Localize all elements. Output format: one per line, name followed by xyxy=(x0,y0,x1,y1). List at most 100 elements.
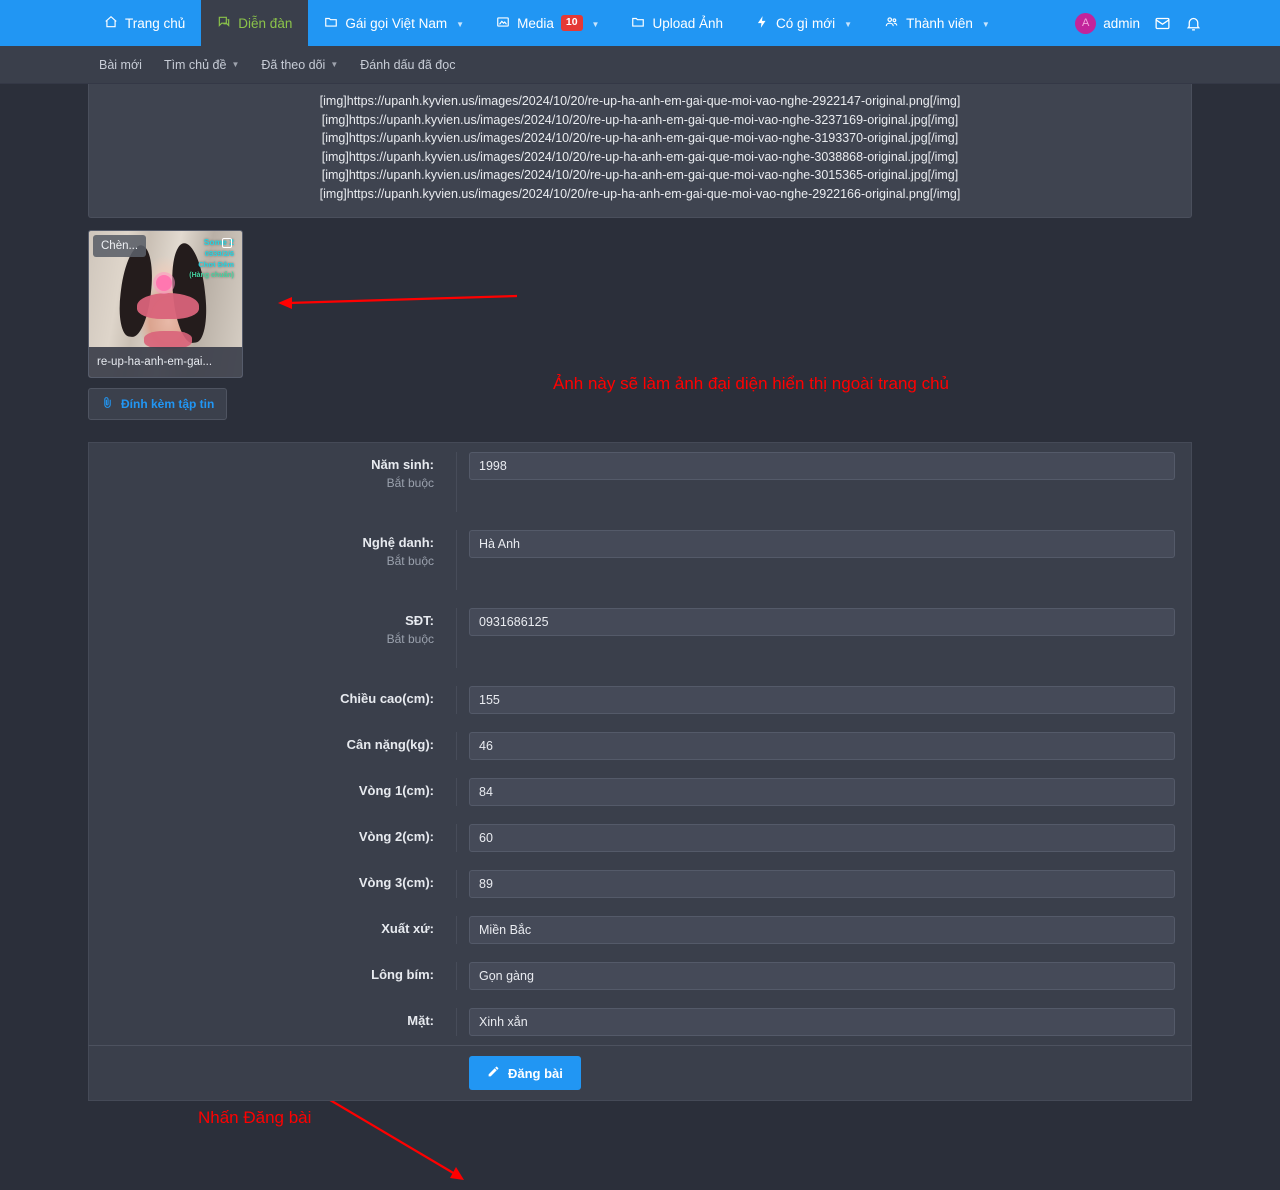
navbar-user-area: A admin xyxy=(1075,0,1202,46)
field-label: Vòng 3(cm): xyxy=(89,870,457,898)
fullscreen-icon[interactable] xyxy=(222,238,232,248)
subnav-item-bai-moi[interactable]: Bài mới xyxy=(88,58,153,72)
nghe-danh-input[interactable] xyxy=(469,530,1175,558)
forum-icon xyxy=(217,15,231,32)
attachment-area: Some 2 0939/2/6 Chơi Đêm (Hàng chuẩn) Ch… xyxy=(88,218,1192,420)
vong-1-input[interactable] xyxy=(469,778,1175,806)
nav-item-gai-goi-viet-nam[interactable]: Gái gọi Việt Nam ▼ xyxy=(308,0,480,46)
inbox-icon[interactable] xyxy=(1154,15,1171,32)
field-control xyxy=(457,608,1191,636)
watermark-line: Chơi Đêm xyxy=(198,260,234,269)
field-row-xuat-xu: Xuất xứ: xyxy=(89,907,1191,953)
field-required-text: Bắt buộc xyxy=(386,476,434,490)
vong-2-input[interactable] xyxy=(469,824,1175,852)
field-label: Chiều cao(cm): xyxy=(89,686,457,714)
field-label-text: Mặt: xyxy=(407,1013,434,1028)
media-count-badge: 10 xyxy=(560,15,583,31)
subnav-item-label: Đã theo dõi xyxy=(261,57,326,72)
attach-file-button[interactable]: Đính kèm tập tin xyxy=(88,388,228,420)
field-label: Năm sinh: Bắt buộc xyxy=(89,452,457,512)
people-icon xyxy=(884,15,899,32)
field-label: Lông bím: xyxy=(89,962,457,990)
chieu-cao-input[interactable] xyxy=(469,686,1175,714)
page-body: Ảnh này sẽ làm ảnh đại diện hiển thị ngo… xyxy=(0,84,1280,1190)
field-label-text: Vòng 1(cm): xyxy=(358,783,434,798)
bolt-icon xyxy=(755,15,769,32)
avatar: A xyxy=(1075,12,1097,34)
nav-item-trang-chu[interactable]: Trang chủ xyxy=(88,0,201,46)
insert-image-button[interactable]: Chèn... xyxy=(93,235,147,257)
field-label: Vòng 1(cm): xyxy=(89,778,457,806)
field-control xyxy=(457,916,1191,944)
nav-item-label: Media xyxy=(517,15,554,31)
content-container: [img]https://upanh.kyvien.us/images/2024… xyxy=(88,84,1192,1101)
field-control xyxy=(457,870,1191,898)
field-label-text: Nghệ danh: xyxy=(362,535,435,550)
folder-icon xyxy=(631,15,645,32)
home-icon xyxy=(104,15,118,32)
subnav-item-label: Bài mới xyxy=(99,57,142,72)
nav-item-label: Có gì mới xyxy=(776,15,836,31)
photo-detail xyxy=(156,275,172,291)
annotation-submit-note: Nhấn Đăng bài xyxy=(198,1108,312,1127)
nam-sinh-input[interactable] xyxy=(469,452,1175,480)
sub-navbar: Bài mới Tìm chủ đề ▼ Đã theo dõi ▼ Đánh … xyxy=(0,46,1280,84)
field-label: Mặt: xyxy=(89,1008,457,1036)
bbcode-line: [img]https://upanh.kyvien.us/images/2024… xyxy=(321,168,959,182)
bbcode-line: [img]https://upanh.kyvien.us/images/2024… xyxy=(321,149,959,164)
nav-item-media[interactable]: Media 10 ▼ xyxy=(480,0,615,46)
attachment-thumbnail[interactable]: Some 2 0939/2/6 Chơi Đêm (Hàng chuẩn) Ch… xyxy=(88,230,243,378)
subnav-item-da-theo-doi[interactable]: Đã theo dõi ▼ xyxy=(250,58,349,72)
field-control xyxy=(457,452,1191,480)
field-row-vong-2: Vòng 2(cm): xyxy=(89,815,1191,861)
vong-3-input[interactable] xyxy=(469,870,1175,898)
field-control xyxy=(457,962,1191,990)
user-menu[interactable]: A admin xyxy=(1075,12,1140,34)
field-row-long-bim: Lông bím: xyxy=(89,953,1191,999)
bbcode-line: [img]https://upanh.kyvien.us/images/2024… xyxy=(321,112,959,127)
field-required-text: Bắt buộc xyxy=(386,632,434,646)
nav-item-upload-anh[interactable]: Upload Ảnh xyxy=(615,0,739,46)
nav-item-label: Thành viên xyxy=(906,15,973,31)
subnav-item-danh-dau-da-doc[interactable]: Đánh dấu đã đọc xyxy=(349,58,466,72)
attach-file-label: Đính kèm tập tin xyxy=(121,397,215,411)
photo-detail xyxy=(137,293,199,319)
long-bim-input[interactable] xyxy=(469,962,1175,990)
bbcode-line: [img]https://upanh.kyvien.us/images/2024… xyxy=(319,186,961,201)
folder-icon xyxy=(324,15,338,32)
username-label: admin xyxy=(1103,15,1140,31)
bbcode-editor[interactable]: [img]https://upanh.kyvien.us/images/2024… xyxy=(88,84,1192,218)
field-label: Xuất xứ: xyxy=(89,916,457,944)
chevron-down-icon: ▼ xyxy=(844,19,853,29)
chevron-down-icon: ▼ xyxy=(456,19,465,29)
field-label-text: Năm sinh: xyxy=(371,457,434,472)
mat-input[interactable] xyxy=(469,1008,1175,1036)
nav-item-dien-dan[interactable]: Diễn đàn xyxy=(201,0,309,46)
pencil-icon xyxy=(487,1065,500,1081)
nav-item-co-gi-moi[interactable]: Có gì mới ▼ xyxy=(739,0,868,46)
chevron-down-icon: ▼ xyxy=(591,19,600,29)
submit-post-button[interactable]: Đăng bài xyxy=(469,1056,581,1090)
field-row-sdt: SĐT: Bắt buộc xyxy=(89,599,1191,677)
nav-item-label: Diễn đàn xyxy=(238,15,293,31)
submit-post-label: Đăng bài xyxy=(508,1065,563,1081)
field-label: Nghệ danh: Bắt buộc xyxy=(89,530,457,590)
field-label-text: Chiều cao(cm): xyxy=(340,691,434,706)
field-control xyxy=(457,1008,1191,1036)
field-control xyxy=(457,778,1191,806)
watermark-line: 0939/2/6 xyxy=(204,249,234,258)
sdt-input[interactable] xyxy=(469,608,1175,636)
field-row-nam-sinh: Năm sinh: Bắt buộc xyxy=(89,443,1191,521)
xuat-xu-input[interactable] xyxy=(469,916,1175,944)
nav-item-thanh-vien[interactable]: Thành viên ▼ xyxy=(868,0,1006,46)
nav-item-label: Upload Ảnh xyxy=(652,15,724,31)
nav-item-label: Gái gọi Việt Nam xyxy=(345,15,448,31)
field-row-chieu-cao: Chiều cao(cm): xyxy=(89,677,1191,723)
field-required-text: Bắt buộc xyxy=(386,554,434,568)
can-nang-input[interactable] xyxy=(469,732,1175,760)
subnav-item-label: Đánh dấu đã đọc xyxy=(360,57,456,72)
subnav-item-tim-chu-de[interactable]: Tìm chủ đề ▼ xyxy=(153,58,250,72)
image-icon xyxy=(496,15,510,32)
bell-icon[interactable] xyxy=(1185,15,1202,32)
subnav-item-label: Tìm chủ đề xyxy=(163,57,227,72)
